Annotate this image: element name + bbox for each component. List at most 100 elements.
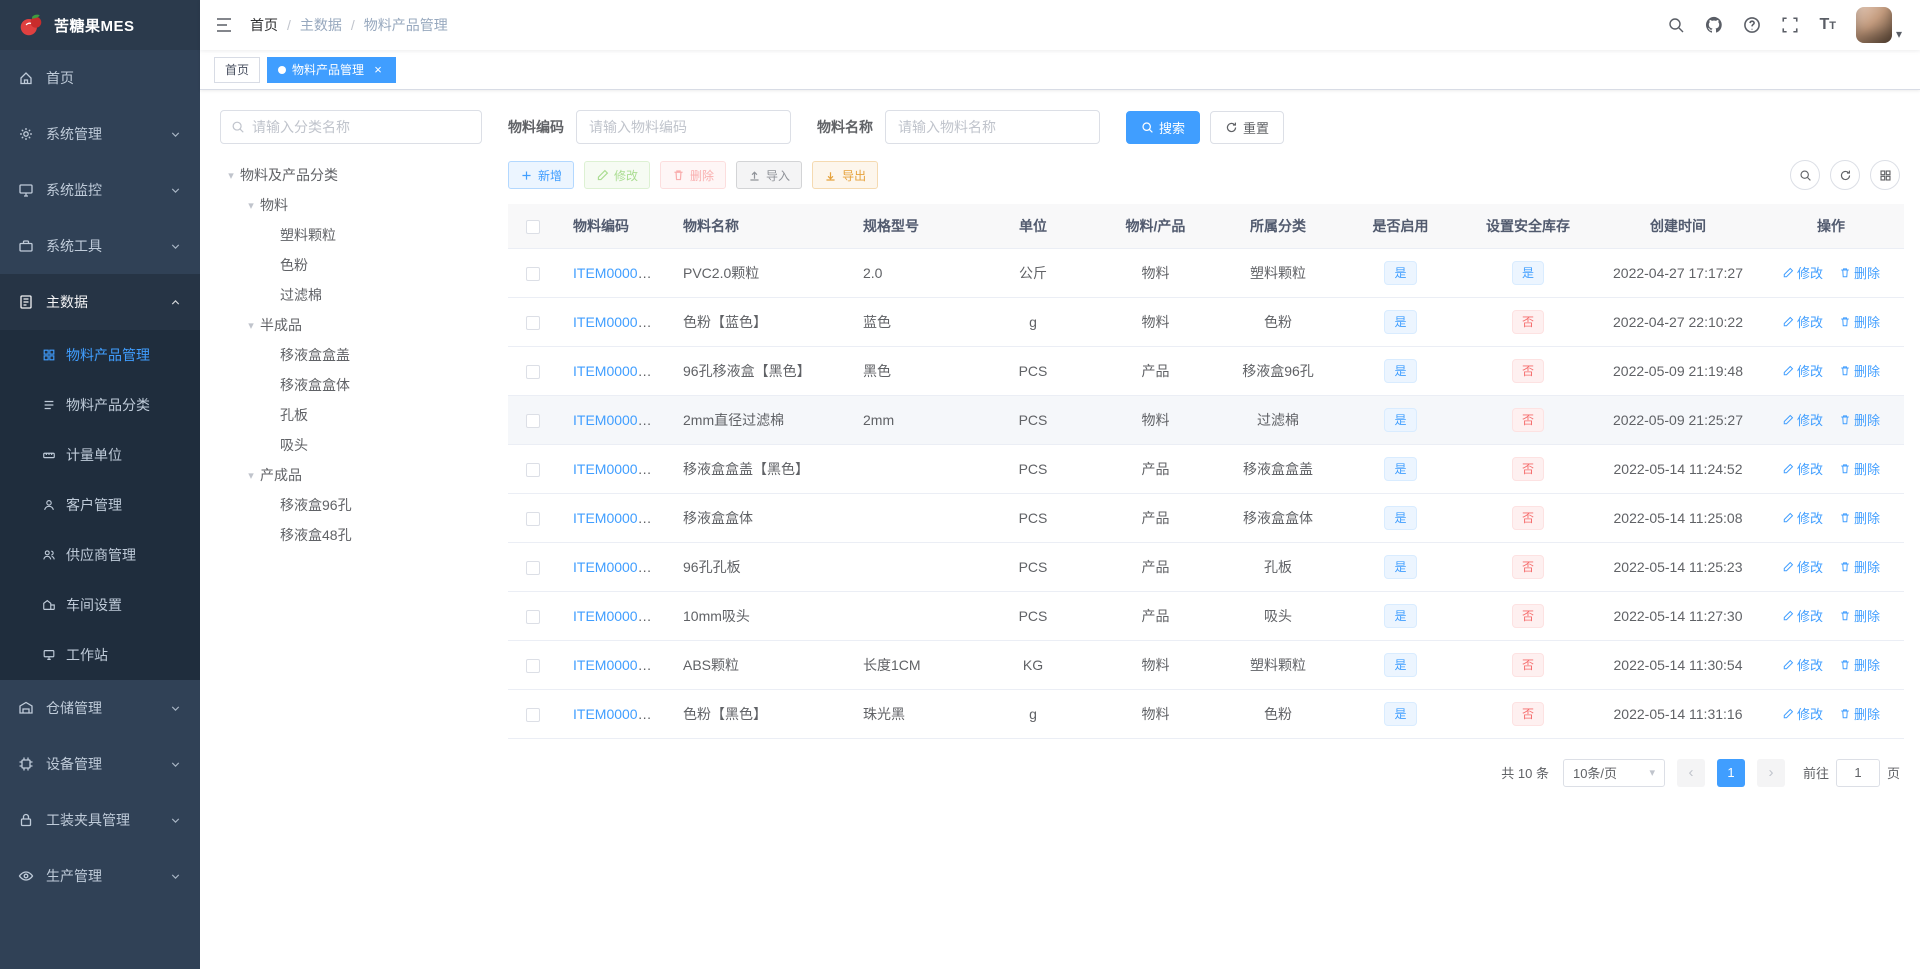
item-code-link[interactable]: ITEM00000052 [573,510,668,526]
sidebar-item-system-tools[interactable]: 系统工具 [0,218,200,274]
row-checkbox[interactable] [526,658,540,673]
table-row[interactable]: ITEM00000055 ABS颗粒 长度1CM KG 物料 塑料颗粒 是 否 … [508,640,1904,690]
user-avatar[interactable] [1855,7,1892,43]
row-checkbox[interactable] [526,266,540,281]
table-row[interactable]: ITEM00000056 色粉【黑色】 珠光黑 g 物料 色粉 是 否 2022… [508,689,1904,739]
row-delete-button[interactable]: 删除 [1839,655,1880,674]
reset-button[interactable]: 重置 [1210,110,1285,144]
tree-node-leaf[interactable]: 移液盒盒体 [220,370,482,400]
row-edit-button[interactable]: 修改 [1782,263,1823,282]
help-icon[interactable] [1743,16,1761,34]
row-checkbox[interactable] [526,315,540,330]
row-delete-button[interactable]: 删除 [1839,508,1880,527]
search-button[interactable]: 搜索 [1126,110,1201,144]
sidebar-item-equipment-management[interactable]: 设备管理 [0,736,200,792]
tree-node-leaf[interactable]: 吸头 [220,430,482,460]
row-delete-button[interactable]: 删除 [1839,263,1880,282]
tree-node-material[interactable]: ▾ 物料 [220,190,482,220]
tree-node-leaf[interactable]: 塑料颗粒 [220,220,482,250]
sidebar-item-home[interactable]: 首页 [0,50,200,106]
tab-material-product-management[interactable]: 物料产品管理 × [267,56,397,83]
refresh-button[interactable] [1830,160,1860,190]
import-button[interactable]: 导入 [736,161,803,189]
tab-home[interactable]: 首页 [214,56,261,83]
caret-down-icon[interactable]: ▾ [242,319,260,332]
item-code-link[interactable]: ITEM00000041 [573,314,668,330]
export-button[interactable]: 导出 [812,161,879,189]
item-code-link[interactable]: ITEM00000056 [573,706,668,722]
column-settings-button[interactable] [1870,160,1900,190]
next-page-button[interactable]: › [1756,758,1785,787]
row-edit-button[interactable]: 修改 [1782,655,1823,674]
row-checkbox[interactable] [526,364,540,379]
item-code-link[interactable]: ITEM00000037 [573,265,668,281]
row-edit-button[interactable]: 修改 [1782,410,1823,429]
sidebar-item-warehouse-management[interactable]: 仓储管理 [0,680,200,736]
tree-node-leaf[interactable]: 孔板 [220,400,482,430]
tree-node-finished[interactable]: ▾ 产成品 [220,460,482,490]
fullscreen-icon[interactable] [1781,16,1799,34]
sidebar-item-supplier-management[interactable]: 供应商管理 [0,530,200,580]
row-edit-button[interactable]: 修改 [1782,361,1823,380]
sidebar-item-system-management[interactable]: 系统管理 [0,106,200,162]
row-checkbox[interactable] [526,413,540,428]
table-row[interactable]: ITEM00000054 10mm吸头 PCS 产品 吸头 是 否 2022-0… [508,591,1904,641]
category-search-input[interactable] [252,119,471,135]
item-code-link[interactable]: ITEM00000053 [573,559,668,575]
row-checkbox[interactable] [526,560,540,575]
delete-button[interactable]: 删除 [660,161,727,189]
goto-page-input[interactable] [1835,758,1880,787]
tree-node-semi-finished[interactable]: ▾ 半成品 [220,310,482,340]
sidebar-item-workshop-settings[interactable]: 车间设置 [0,580,200,630]
row-checkbox[interactable] [526,609,540,624]
table-row[interactable]: ITEM00000037 PVC2.0颗粒 2.0 公斤 物料 塑料颗粒 是 是… [508,248,1904,298]
tree-node-leaf[interactable]: 色粉 [220,250,482,280]
search-icon[interactable] [1667,16,1685,34]
user-menu[interactable]: ▾ [1855,7,1902,43]
app-logo[interactable]: 苦糖果MES [0,0,200,50]
item-code-link[interactable]: ITEM00000054 [573,608,668,624]
table-row[interactable]: ITEM00000046 96孔移液盒【黑色】 黑色 PCS 产品 移液盒96孔… [508,346,1904,396]
row-delete-button[interactable]: 删除 [1839,704,1880,723]
row-edit-button[interactable]: 修改 [1782,557,1823,576]
row-edit-button[interactable]: 修改 [1782,312,1823,331]
row-delete-button[interactable]: 删除 [1839,410,1880,429]
table-row[interactable]: ITEM00000053 96孔孔板 PCS 产品 孔板 是 否 2022-05… [508,542,1904,592]
tree-node-leaf[interactable]: 移液盒96孔 [220,490,482,520]
sidebar-item-material-product-category[interactable]: 物料产品分类 [0,380,200,430]
edit-button[interactable]: 修改 [584,161,651,189]
table-row[interactable]: ITEM00000049 2mm直径过滤棉 2mm PCS 物料 过滤棉 是 否… [508,395,1904,445]
breadcrumb-home[interactable]: 首页 [250,15,278,35]
row-edit-button[interactable]: 修改 [1782,704,1823,723]
font-size-icon[interactable]: TT [1819,17,1836,33]
table-row[interactable]: ITEM00000041 色粉【蓝色】 蓝色 g 物料 色粉 是 否 2022-… [508,297,1904,347]
row-edit-button[interactable]: 修改 [1782,508,1823,527]
page-number-button[interactable]: 1 [1716,758,1745,787]
sidebar-item-production-management[interactable]: 生产管理 [0,848,200,904]
row-delete-button[interactable]: 删除 [1839,459,1880,478]
close-icon[interactable]: × [371,63,385,77]
sidebar-item-system-monitor[interactable]: 系统监控 [0,162,200,218]
tree-node-leaf[interactable]: 过滤棉 [220,280,482,310]
row-delete-button[interactable]: 删除 [1839,606,1880,625]
caret-down-icon[interactable]: ▾ [242,199,260,212]
row-delete-button[interactable]: 删除 [1839,361,1880,380]
page-size-select[interactable]: 10条/页 ▾ [1562,758,1665,787]
material-name-input[interactable] [885,110,1100,144]
row-checkbox[interactable] [526,707,540,722]
tree-node-leaf[interactable]: 移液盒48孔 [220,520,482,550]
item-code-link[interactable]: ITEM00000055 [573,657,668,673]
row-checkbox[interactable] [526,462,540,477]
prev-page-button[interactable]: ‹ [1676,758,1705,787]
caret-down-icon[interactable]: ▾ [242,469,260,482]
row-delete-button[interactable]: 删除 [1839,557,1880,576]
github-icon[interactable] [1705,16,1723,34]
sidebar-item-fixture-management[interactable]: 工装夹具管理 [0,792,200,848]
row-checkbox[interactable] [526,511,540,526]
item-code-link[interactable]: ITEM00000049 [573,412,668,428]
add-button[interactable]: 新增 [508,161,575,189]
row-edit-button[interactable]: 修改 [1782,459,1823,478]
item-code-link[interactable]: ITEM00000051 [573,461,668,477]
tree-node-leaf[interactable]: 移液盒盒盖 [220,340,482,370]
toggle-search-button[interactable] [1790,160,1820,190]
